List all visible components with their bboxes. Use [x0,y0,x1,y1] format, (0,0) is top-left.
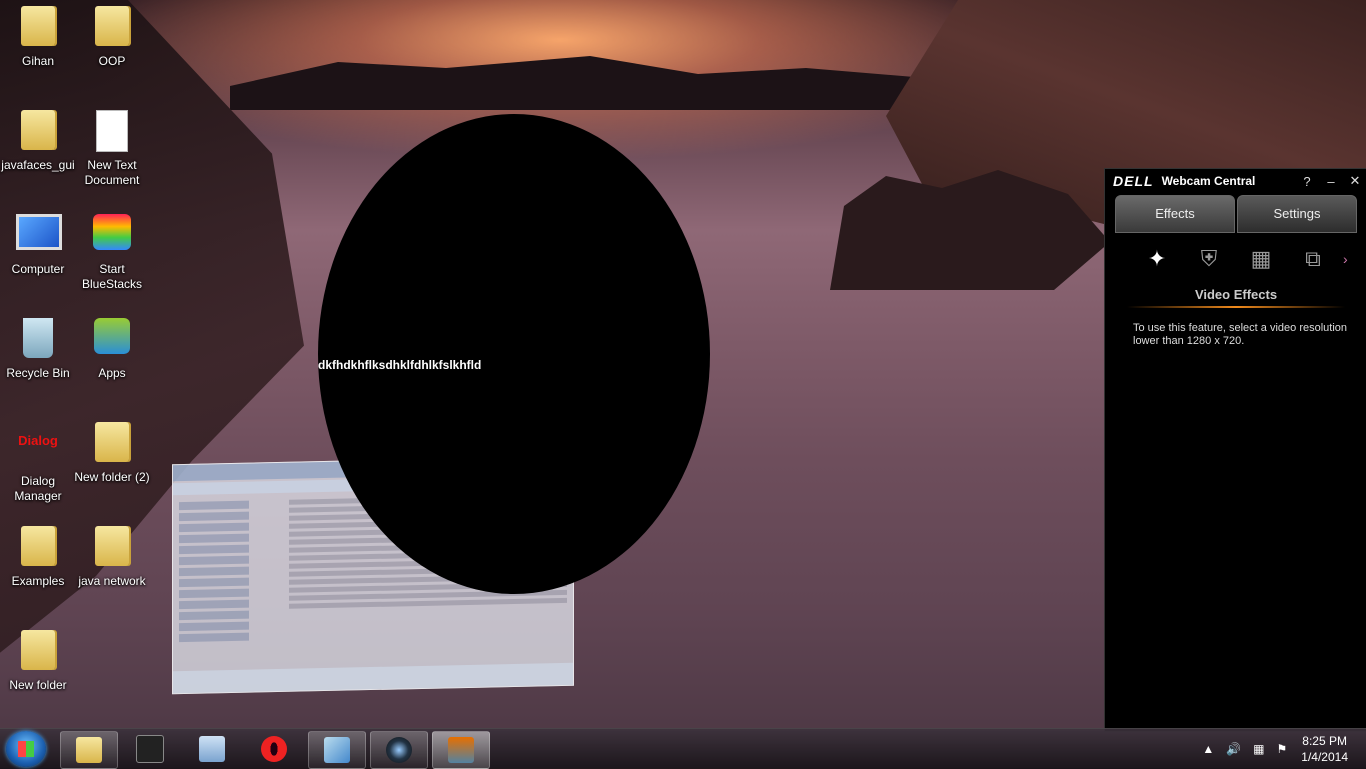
opera-icon [261,736,287,762]
close-button[interactable]: ✕ [1343,173,1366,189]
window-title: Webcam Central [1161,174,1256,188]
effects-toolbar: ✦ ⛨ ▦ ⧉ › [1131,239,1357,279]
media-icon [136,735,164,763]
recycle-bin-icon [16,318,60,362]
desktop-icon-label: Apps [98,366,126,380]
bluestacks-icon [90,214,134,258]
presentation-icon[interactable]: ▦ [1235,239,1287,279]
taskbar: ▲ 🔊 ▦ ⚑ 8:25 PM 1/4/2014 [0,728,1366,769]
desktop-icon-label: java network [78,574,146,588]
calculator-icon [199,736,225,762]
desktop-icon-recycle-bin[interactable]: Recycle Bin [0,312,76,381]
desktop-icon-oop[interactable]: OOP [74,0,150,69]
folder-icon [90,526,134,570]
minimize-button[interactable]: – [1319,174,1343,189]
desktop-icon-label: New folder [9,678,67,692]
folder-icon [16,526,60,570]
network-icon[interactable]: ▦ [1253,742,1264,756]
desktop-icon-label: javafaces_gui [1,158,75,172]
black-ellipse-overlay [318,114,710,594]
webcam-icon [386,737,412,763]
picture-in-picture-icon[interactable]: ⧉ [1287,239,1339,279]
folder-icon [90,422,134,466]
folder-icon [16,630,60,674]
folder-icon [90,6,134,50]
dell-webcam-central-window[interactable]: DELL Webcam Central ? – ✕ Effects Settin… [1104,168,1366,732]
desktop-icon-label: Computer [11,262,65,276]
computer-icon [16,214,62,258]
action-center-icon[interactable]: ⚑ [1277,742,1288,756]
chevron-right-icon[interactable]: › [1343,251,1348,267]
desktop-icon-label: Examples [11,574,65,588]
info-message: To use this feature, select a video reso… [1133,322,1348,347]
explorer-status-bar [173,662,573,694]
dell-tab-bar: Effects Settings [1115,195,1357,233]
overlay-text: dkfhdkhflksdhklfdhlkfslkhfld [318,358,482,372]
clock-time: 8:25 PM [1302,734,1347,748]
taskbar-opera[interactable] [246,731,302,767]
folder-icon [16,110,60,154]
clock[interactable]: 8:25 PM 1/4/2014 [1301,733,1348,765]
show-hidden-icons-icon[interactable]: ▲ [1202,742,1214,756]
video-effects-icon[interactable]: ✦ [1131,239,1183,279]
taskbar-file-explorer[interactable] [60,731,118,769]
desktop-icon-label: New Text Document [84,158,140,187]
desktop-icon-label: Start BlueStacks [81,262,143,291]
desktop-icon-new-folder-2[interactable]: New folder (2) [74,416,150,485]
taskbar-webcam[interactable] [370,731,428,769]
desktop-icon-label: Recycle Bin [6,366,70,380]
explorer-navigation-pane [179,497,279,659]
text-document-icon [90,110,134,154]
desktop-icon-new-folder[interactable]: New folder [0,624,76,693]
section-divider [1127,306,1345,308]
desktop-icon-start-bluestacks[interactable]: Start BlueStacks [74,208,150,292]
desktop-icon-gihan[interactable]: Gihan [0,0,76,69]
java-icon [448,737,474,763]
desktop-icon-label: Gihan [21,54,55,68]
taskbar-virtualbox[interactable] [308,731,366,769]
windows-logo-icon [18,741,34,757]
android-apps-icon [90,318,134,362]
desktop-icon-label: New folder (2) [74,470,150,484]
file-explorer-icon [76,737,102,763]
help-button[interactable]: ? [1295,174,1319,189]
dell-title-bar: DELL Webcam Central ? – ✕ [1105,169,1366,193]
user-folder-icon [16,6,60,50]
desktop-icon-examples[interactable]: Examples [0,520,76,589]
start-button[interactable] [6,731,46,767]
taskbar-java[interactable] [432,731,490,769]
desktop-icon-java-network[interactable]: java network [74,520,150,589]
desktop-icon-label: Dialog Manager [14,474,62,503]
virtualbox-icon [324,737,350,763]
dell-logo: DELL [1113,173,1154,189]
taskbar-calculator[interactable] [184,731,240,767]
dialog-icon: Dialog [18,433,58,448]
volume-icon[interactable]: 🔊 [1226,742,1241,756]
section-title: Video Effects [1194,287,1278,302]
background-hills [230,56,950,110]
desktop-icon-computer[interactable]: Computer [0,208,76,277]
avatar-mask-icon[interactable]: ⛨ [1183,239,1235,279]
desktop-icon-new-text-document[interactable]: New Text Document [74,104,150,188]
desktop-icon-apps[interactable]: Apps [74,312,150,381]
desktop-icon-label: OOP [98,54,126,68]
clock-date: 1/4/2014 [1301,750,1348,764]
desktop-icon-dialog-manager[interactable]: Dialog Dialog Manager [0,416,76,504]
tab-settings[interactable]: Settings [1237,195,1357,233]
taskbar-media-app[interactable] [122,731,178,767]
system-tray: ▲ 🔊 ▦ ⚑ 8:25 PM 1/4/2014 [1196,729,1366,769]
desktop-icon-javafaces-gui[interactable]: javafaces_gui [0,104,76,173]
tab-effects[interactable]: Effects [1115,195,1235,233]
